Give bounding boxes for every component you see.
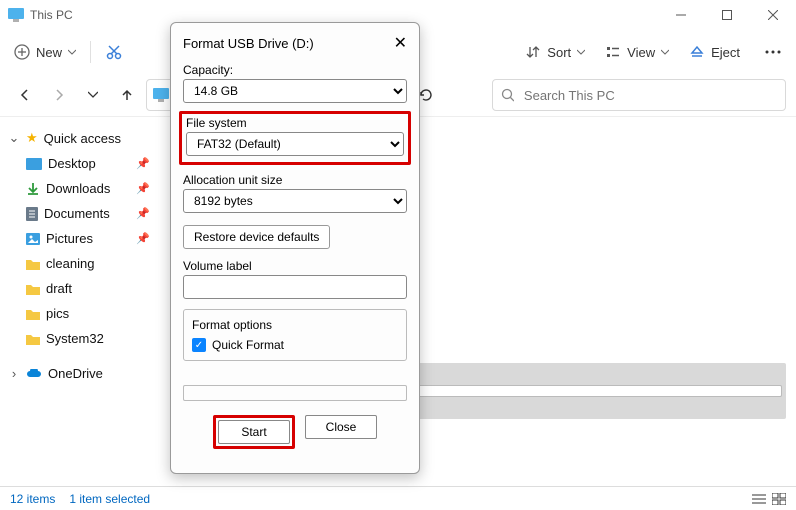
pin-icon: 📌 [136, 157, 156, 170]
pin-icon: 📌 [136, 232, 156, 245]
close-button[interactable] [750, 0, 796, 30]
details-view-icon[interactable] [772, 493, 786, 505]
selection-count: 1 item selected [69, 492, 150, 506]
desktop-icon [26, 158, 42, 170]
restore-defaults-button[interactable]: Restore device defaults [183, 225, 330, 249]
eject-label: Eject [711, 45, 740, 60]
volume-input[interactable] [183, 275, 407, 299]
chevron-down-icon: ⌄ [8, 130, 20, 146]
recent-button[interactable] [78, 80, 108, 110]
folder-icon [26, 333, 40, 345]
search-input[interactable] [522, 87, 777, 104]
new-button[interactable]: New [4, 39, 86, 65]
list-view-icon[interactable] [752, 493, 766, 505]
chevron-right-icon: › [8, 366, 20, 381]
sidebar-onedrive[interactable]: › OneDrive [4, 361, 160, 386]
volume-label: Volume label [183, 259, 407, 273]
back-button[interactable] [10, 80, 40, 110]
sidebar-item-cleaning[interactable]: cleaning [4, 251, 160, 276]
allocation-select[interactable]: 8192 bytes [183, 189, 407, 213]
sidebar-item-downloads[interactable]: Downloads📌 [4, 176, 160, 201]
this-pc-icon [8, 8, 24, 22]
plus-icon [14, 44, 30, 60]
folder-icon [26, 258, 40, 270]
pictures-icon [26, 233, 40, 245]
sidebar-item-documents[interactable]: Documents📌 [4, 201, 160, 226]
allocation-label: Allocation unit size [183, 173, 407, 187]
format-dialog: Format USB Drive (D:) ✕ Capacity: 14.8 G… [170, 22, 420, 474]
format-progress-bar [183, 385, 407, 401]
quick-access-label: Quick access [44, 131, 121, 146]
sidebar-item-draft[interactable]: draft [4, 276, 160, 301]
more-button[interactable] [754, 34, 792, 70]
download-icon [26, 182, 40, 196]
pin-icon: 📌 [136, 182, 156, 195]
window-title: This PC [30, 8, 73, 22]
capacity-select[interactable]: 14.8 GB [183, 79, 407, 103]
new-label: New [36, 45, 62, 60]
search-box[interactable] [492, 79, 786, 111]
sidebar-quick-access[interactable]: ⌄ ★ Quick access [4, 125, 160, 151]
chevron-down-icon [577, 48, 585, 56]
sidebar-item-pictures[interactable]: Pictures📌 [4, 226, 160, 251]
view-button[interactable]: View [595, 39, 679, 65]
search-icon [501, 88, 514, 102]
scissors-icon [105, 43, 123, 61]
folder-icon [26, 283, 40, 295]
sidebar-item-system32[interactable]: System32 [4, 326, 160, 351]
star-icon: ★ [26, 130, 38, 146]
checked-icon: ✓ [192, 338, 206, 352]
dialog-close-button[interactable]: ✕ [394, 33, 407, 53]
chevron-down-icon [68, 48, 76, 56]
cloud-icon [26, 369, 42, 379]
filesystem-label: File system [186, 116, 404, 130]
dialog-title: Format USB Drive (D:) [183, 36, 314, 51]
sidebar-item-desktop[interactable]: Desktop📌 [4, 151, 160, 176]
quick-format-checkbox[interactable]: ✓ Quick Format [192, 338, 398, 352]
sort-button[interactable]: Sort [515, 39, 595, 65]
document-icon [26, 207, 38, 221]
status-bar: 12 items 1 item selected [0, 486, 796, 510]
forward-button[interactable] [44, 80, 74, 110]
eject-icon [689, 44, 705, 60]
filesystem-select[interactable]: FAT32 (Default) [186, 132, 404, 156]
item-count: 12 items [10, 492, 55, 506]
view-label: View [627, 45, 655, 60]
start-button[interactable]: Start [218, 420, 290, 444]
pin-icon: 📌 [136, 207, 156, 220]
view-icon [605, 44, 621, 60]
chevron-down-icon [661, 48, 669, 56]
filesystem-highlight: File system FAT32 (Default) [179, 111, 411, 165]
start-highlight: Start [213, 415, 295, 449]
sidebar-item-pics[interactable]: pics [4, 301, 160, 326]
minimize-button[interactable] [658, 0, 704, 30]
format-options-label: Format options [192, 318, 398, 332]
this-pc-icon [153, 88, 169, 102]
eject-button[interactable]: Eject [679, 39, 750, 65]
cut-button[interactable] [95, 34, 133, 70]
close-button[interactable]: Close [305, 415, 377, 439]
sidebar: ⌄ ★ Quick access Desktop📌 Downloads📌 Doc… [0, 117, 160, 486]
format-options-group: Format options ✓ Quick Format [183, 309, 407, 361]
up-button[interactable] [112, 80, 142, 110]
sort-icon [525, 44, 541, 60]
ellipsis-icon [765, 50, 781, 54]
folder-icon [26, 308, 40, 320]
capacity-label: Capacity: [183, 63, 407, 77]
sort-label: Sort [547, 45, 571, 60]
maximize-button[interactable] [704, 0, 750, 30]
